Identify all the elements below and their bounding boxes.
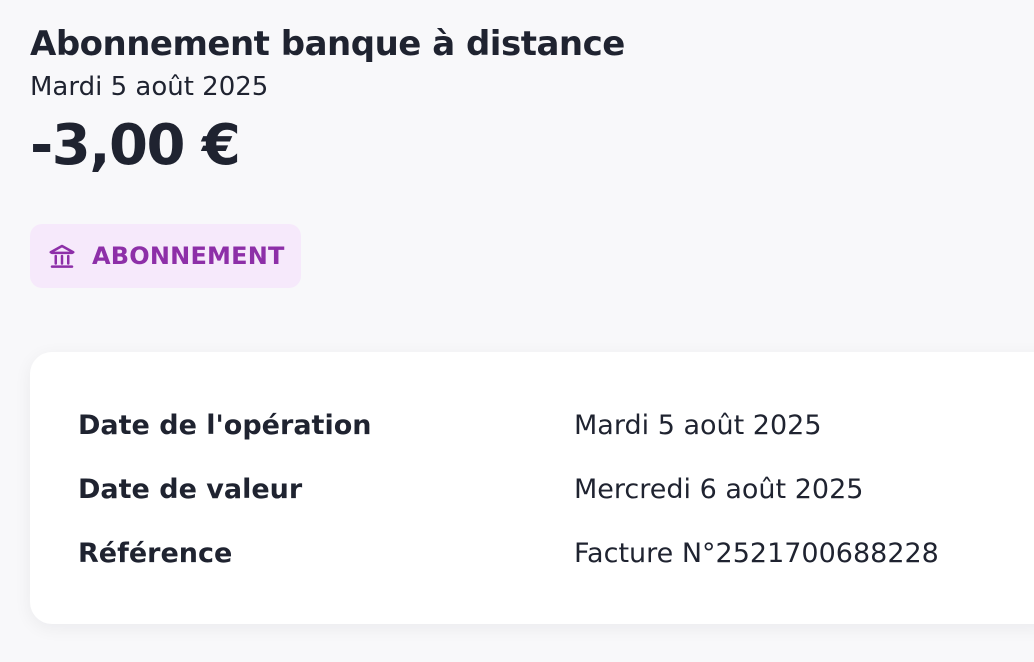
detail-value: Mardi 5 août 2025: [574, 409, 822, 441]
detail-value: Mercredi 6 août 2025: [574, 473, 864, 505]
transaction-header: Abonnement banque à distance Mardi 5 aoû…: [30, 22, 625, 178]
category-label: ABONNEMENT: [92, 242, 285, 270]
detail-label: Date de l'opération: [78, 409, 372, 441]
detail-row-value-date: Date de valeur Mercredi 6 août 2025: [78, 469, 1018, 509]
transaction-amount: -3,00 €: [30, 113, 241, 178]
transaction-title: Abonnement banque à distance: [30, 24, 625, 64]
transaction-details-card: Date de l'opération Mardi 5 août 2025 Da…: [30, 352, 1034, 624]
transaction-date: Mardi 5 août 2025: [30, 72, 269, 102]
detail-value: Facture N°2521700688228: [574, 537, 939, 569]
detail-row-reference: Référence Facture N°2521700688228: [78, 533, 1018, 573]
bank-icon: [46, 240, 78, 272]
detail-row-operation-date: Date de l'opération Mardi 5 août 2025: [78, 405, 1018, 445]
detail-label: Référence: [78, 537, 233, 569]
category-badge: ABONNEMENT: [30, 224, 301, 288]
detail-label: Date de valeur: [78, 473, 303, 505]
